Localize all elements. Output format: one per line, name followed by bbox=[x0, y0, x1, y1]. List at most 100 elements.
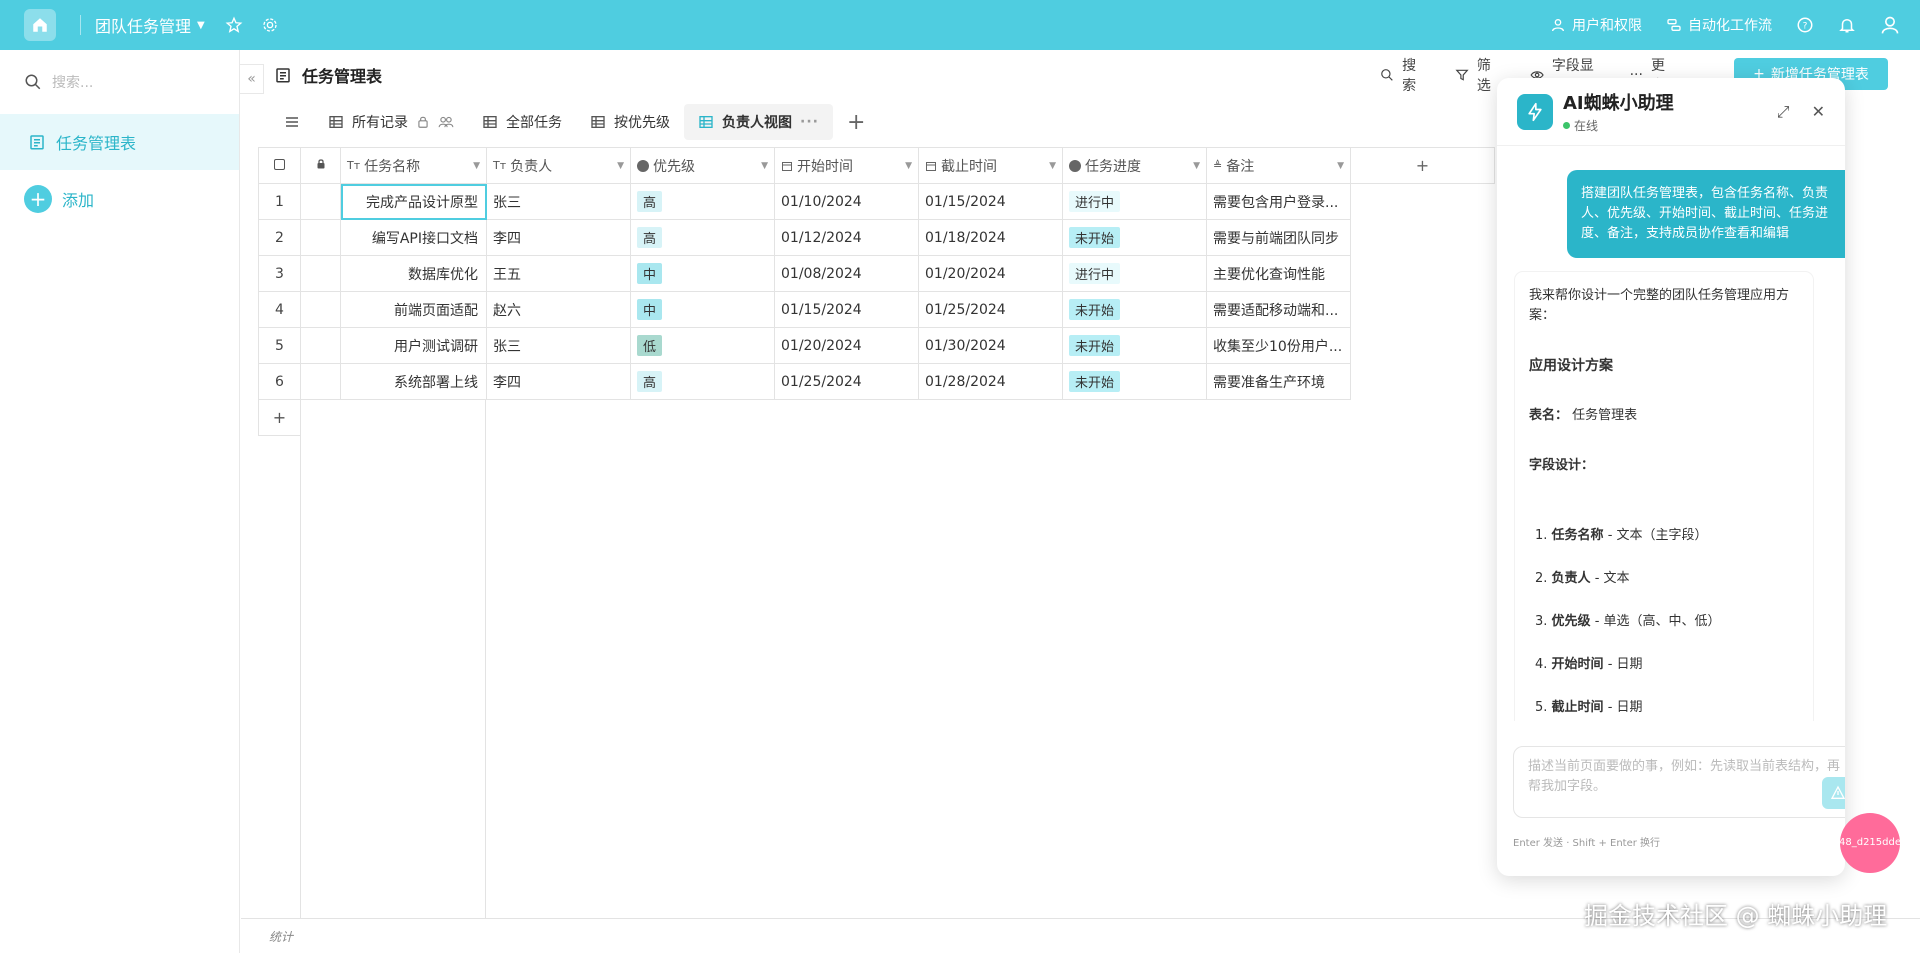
cell-progress[interactable]: 未开始 bbox=[1062, 219, 1207, 256]
cell-owner[interactable]: 李四 bbox=[486, 219, 631, 256]
cell-task[interactable]: 前端页面适配 bbox=[340, 291, 487, 328]
cell-progress[interactable]: 进行中 bbox=[1062, 183, 1207, 220]
sidebar-item-task-table[interactable]: 任务管理表 bbox=[0, 114, 239, 170]
cell-task[interactable]: 完成产品设计原型 bbox=[340, 183, 487, 220]
help-icon[interactable]: ? bbox=[1796, 16, 1814, 34]
cell-start[interactable]: 01/10/2024 bbox=[774, 183, 919, 220]
cell-end[interactable]: 01/25/2024 bbox=[918, 291, 1063, 328]
cell-priority[interactable]: 中 bbox=[630, 291, 775, 328]
automation-button[interactable]: 自动化工作流 bbox=[1666, 15, 1772, 35]
row-select-cell[interactable] bbox=[300, 219, 341, 256]
cell-note[interactable]: 需要包含用户登录... bbox=[1206, 183, 1351, 220]
tab-all-records[interactable]: 所有记录 bbox=[314, 104, 468, 140]
home-button[interactable] bbox=[24, 9, 56, 41]
cell-note[interactable]: 需要准备生产环境 bbox=[1206, 363, 1351, 400]
cell-end[interactable]: 01/28/2024 bbox=[918, 363, 1063, 400]
cell-priority[interactable]: 高 bbox=[630, 183, 775, 220]
caret-down-icon[interactable]: ▼ bbox=[1049, 161, 1056, 171]
cell-progress[interactable]: 未开始 bbox=[1062, 327, 1207, 364]
cell-end[interactable]: 01/30/2024 bbox=[918, 327, 1063, 364]
table-row[interactable]: 1 完成产品设计原型 张三高 01/10/2024 01/15/2024 进行中 需要包含用… bbox=[258, 183, 1495, 220]
float-badge[interactable]: 48_d215dde bbox=[1839, 813, 1901, 873]
tab-more-icon[interactable]: ··· bbox=[800, 114, 819, 130]
caret-down-icon[interactable]: ▼ bbox=[761, 161, 768, 171]
table-row[interactable]: 2 编写API接口文档 李四高 01/12/2024 01/18/2024 未开始 需要与前… bbox=[258, 219, 1495, 256]
search-button[interactable]: 搜索 bbox=[1380, 55, 1427, 95]
cell-note[interactable]: 主要优化查询性能 bbox=[1206, 255, 1351, 292]
row-select-cell[interactable] bbox=[300, 363, 341, 400]
cell-priority[interactable]: 高 bbox=[630, 219, 775, 256]
add-column-button[interactable]: + bbox=[1350, 147, 1495, 184]
cell-owner[interactable]: 张三 bbox=[486, 327, 631, 364]
cell-note[interactable]: 需要与前端团队同步 bbox=[1206, 219, 1351, 256]
tab-all-tasks[interactable]: 全部任务 bbox=[468, 104, 576, 140]
add-view-button[interactable]: + bbox=[833, 110, 879, 135]
star-icon[interactable] bbox=[225, 16, 243, 34]
cell-owner[interactable]: 王五 bbox=[486, 255, 631, 292]
cell-start[interactable]: 01/12/2024 bbox=[774, 219, 919, 256]
column-header-progress[interactable]: 任务进度 ▼ bbox=[1062, 147, 1207, 184]
priority-tag: 高 bbox=[637, 371, 663, 392]
collapse-sidebar-button[interactable]: « bbox=[240, 64, 264, 94]
column-header-end[interactable]: 截止时间 ▼ bbox=[918, 147, 1063, 184]
cell-progress[interactable]: 未开始 bbox=[1062, 363, 1207, 400]
add-row-button[interactable]: + bbox=[258, 399, 301, 436]
caret-down-icon[interactable]: ▼ bbox=[905, 161, 912, 171]
column-header-start[interactable]: 开始时间 ▼ bbox=[774, 147, 919, 184]
sidebar-search[interactable]: 搜索... bbox=[0, 50, 239, 114]
table-row[interactable]: 6 系统部署上线 李四高 01/25/2024 01/28/2024 未开始 需要准备生产环… bbox=[258, 363, 1495, 400]
cell-owner[interactable]: 赵六 bbox=[486, 291, 631, 328]
cell-end[interactable]: 01/15/2024 bbox=[918, 183, 1063, 220]
cell-start[interactable]: 01/15/2024 bbox=[774, 291, 919, 328]
users-permissions-button[interactable]: 用户和权限 bbox=[1550, 15, 1642, 35]
cell-task[interactable]: 用户测试调研 bbox=[340, 327, 487, 364]
cell-end[interactable]: 01/20/2024 bbox=[918, 255, 1063, 292]
cell-task[interactable]: 编写API接口文档 bbox=[340, 219, 487, 256]
cell-progress[interactable]: 未开始 bbox=[1062, 291, 1207, 328]
column-header-owner[interactable]: Tт 负责人 ▼ bbox=[486, 147, 631, 184]
cell-priority[interactable]: 低 bbox=[630, 327, 775, 364]
cell-task[interactable]: 系统部署上线 bbox=[340, 363, 487, 400]
cell-priority[interactable]: 高 bbox=[630, 363, 775, 400]
tab-owner-view[interactable]: 负责人视图 ··· bbox=[684, 104, 833, 140]
view-tabs: 所有记录 全部任务 按优先级 负责人视图 ··· + bbox=[270, 102, 879, 142]
close-icon[interactable]: ✕ bbox=[1812, 102, 1825, 122]
cell-start[interactable]: 01/20/2024 bbox=[774, 327, 919, 364]
table-row[interactable]: 3 数据库优化 王五中 01/08/2024 01/20/2024 进行中 主要优化查询性能 bbox=[258, 255, 1495, 292]
row-select-cell[interactable] bbox=[300, 327, 341, 364]
cell-note[interactable]: 收集至少10份用户... bbox=[1206, 327, 1351, 364]
app-switcher[interactable]: 团队任务管理 ▼ bbox=[95, 13, 205, 37]
table-row[interactable]: 5 用户测试调研 张三低 01/20/2024 01/30/2024 未开始 收集至少10份… bbox=[258, 327, 1495, 364]
caret-down-icon[interactable]: ▼ bbox=[617, 161, 624, 171]
cell-owner[interactable]: 张三 bbox=[486, 183, 631, 220]
filter-button[interactable]: 筛选 bbox=[1455, 55, 1502, 95]
caret-down-icon[interactable]: ▼ bbox=[473, 161, 480, 171]
column-header-priority[interactable]: 优先级 ▼ bbox=[630, 147, 775, 184]
cell-end[interactable]: 01/18/2024 bbox=[918, 219, 1063, 256]
expand-icon[interactable]: ⤢ bbox=[1777, 102, 1790, 122]
chat-input[interactable]: 描述当前页面要做的事，例如：先读取当前表结构，再帮我加字段。 bbox=[1513, 746, 1845, 818]
select-all-checkbox[interactable] bbox=[258, 147, 301, 184]
cell-task[interactable]: 数据库优化 bbox=[340, 255, 487, 292]
send-button[interactable] bbox=[1822, 777, 1845, 809]
avatar-icon[interactable] bbox=[1880, 15, 1900, 35]
cell-start[interactable]: 01/08/2024 bbox=[774, 255, 919, 292]
view-menu-button[interactable] bbox=[270, 104, 314, 140]
tab-by-priority[interactable]: 按优先级 bbox=[576, 104, 684, 140]
settings-icon[interactable] bbox=[261, 16, 279, 34]
column-header-note[interactable]: ≜ 备注 ▼ bbox=[1206, 147, 1351, 184]
column-header-task[interactable]: Tт 任务名称 ▼ bbox=[340, 147, 487, 184]
row-select-cell[interactable] bbox=[300, 291, 341, 328]
cell-progress[interactable]: 进行中 bbox=[1062, 255, 1207, 292]
caret-down-icon[interactable]: ▼ bbox=[1337, 161, 1344, 171]
bell-icon[interactable] bbox=[1838, 16, 1856, 34]
sidebar-add-button[interactable]: + 添加 bbox=[0, 170, 239, 228]
row-select-cell[interactable] bbox=[300, 255, 341, 292]
cell-priority[interactable]: 中 bbox=[630, 255, 775, 292]
cell-owner[interactable]: 李四 bbox=[486, 363, 631, 400]
caret-down-icon[interactable]: ▼ bbox=[1193, 161, 1200, 171]
row-select-cell[interactable] bbox=[300, 183, 341, 220]
table-row[interactable]: 4 前端页面适配 赵六中 01/15/2024 01/25/2024 未开始 需要适配移动端… bbox=[258, 291, 1495, 328]
cell-note[interactable]: 需要适配移动端和... bbox=[1206, 291, 1351, 328]
cell-start[interactable]: 01/25/2024 bbox=[774, 363, 919, 400]
